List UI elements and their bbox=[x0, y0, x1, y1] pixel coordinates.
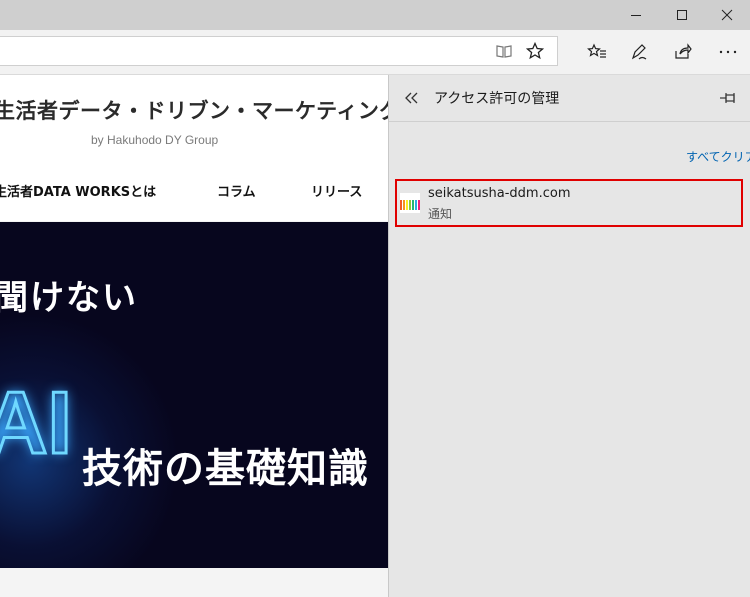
reading-view-button[interactable] bbox=[489, 37, 519, 65]
more-button[interactable] bbox=[706, 30, 750, 74]
clear-all-link[interactable]: すべてクリア bbox=[686, 148, 750, 165]
close-button[interactable] bbox=[704, 0, 750, 30]
web-note-button[interactable] bbox=[617, 30, 661, 74]
entry-permission: 通知 bbox=[428, 207, 453, 221]
web-page: 生活者データ・ドリブン・マーケティング通信 by Hakuhodo DY Gro… bbox=[0, 75, 388, 597]
site-header: 生活者データ・ドリブン・マーケティング通信 by Hakuhodo DY Gro… bbox=[0, 75, 388, 221]
hero-banner[interactable]: 聞けない AI 技術の基礎知識 bbox=[0, 222, 388, 568]
maximize-icon bbox=[677, 10, 687, 20]
minimize-icon bbox=[631, 15, 641, 16]
address-bar[interactable] bbox=[0, 36, 558, 66]
double-chevron-left-icon bbox=[405, 92, 418, 104]
star-icon bbox=[526, 42, 544, 60]
close-icon bbox=[721, 9, 733, 21]
nav-item-column[interactable]: コラム bbox=[217, 181, 256, 200]
entry-domain: seikatsusha-ddm.com bbox=[428, 186, 571, 201]
minimize-button[interactable] bbox=[613, 0, 659, 30]
share-icon bbox=[675, 43, 692, 59]
hero-headline: 聞けない bbox=[0, 278, 138, 318]
share-button[interactable] bbox=[661, 30, 705, 74]
hero-ai-text: AI bbox=[0, 372, 74, 474]
site-title[interactable]: 生活者データ・ドリブン・マーケティング通信 bbox=[0, 95, 388, 125]
site-favicon bbox=[400, 193, 420, 213]
pen-icon bbox=[631, 44, 647, 60]
more-icon bbox=[719, 50, 737, 54]
nav-item-release[interactable]: リリース bbox=[311, 181, 362, 200]
panel-header: アクセス許可の管理 bbox=[389, 75, 750, 122]
title-bar bbox=[0, 0, 750, 30]
pin-panel-button[interactable] bbox=[715, 85, 741, 111]
back-button[interactable] bbox=[399, 85, 425, 111]
hero-subheadline: 技術の基礎知識 bbox=[82, 446, 369, 492]
maximize-button[interactable] bbox=[659, 0, 705, 30]
permission-list-item[interactable]: seikatsusha-ddm.com 通知 bbox=[395, 179, 743, 227]
nav-item-about[interactable]: 生活者DATA WORKSとは bbox=[0, 181, 156, 200]
permissions-panel: アクセス許可の管理 すべてクリア seikatsusha-ddm.com 通知 bbox=[388, 75, 750, 597]
reading-view-icon bbox=[496, 45, 512, 58]
favorites-icon bbox=[587, 43, 606, 58]
browser-toolbar bbox=[0, 30, 750, 75]
favorites-button[interactable] bbox=[575, 30, 619, 74]
panel-title: アクセス許可の管理 bbox=[434, 91, 560, 107]
add-favorite-button[interactable] bbox=[520, 37, 550, 65]
site-subtitle: by Hakuhodo DY Group bbox=[91, 133, 219, 147]
pin-icon bbox=[720, 93, 735, 103]
